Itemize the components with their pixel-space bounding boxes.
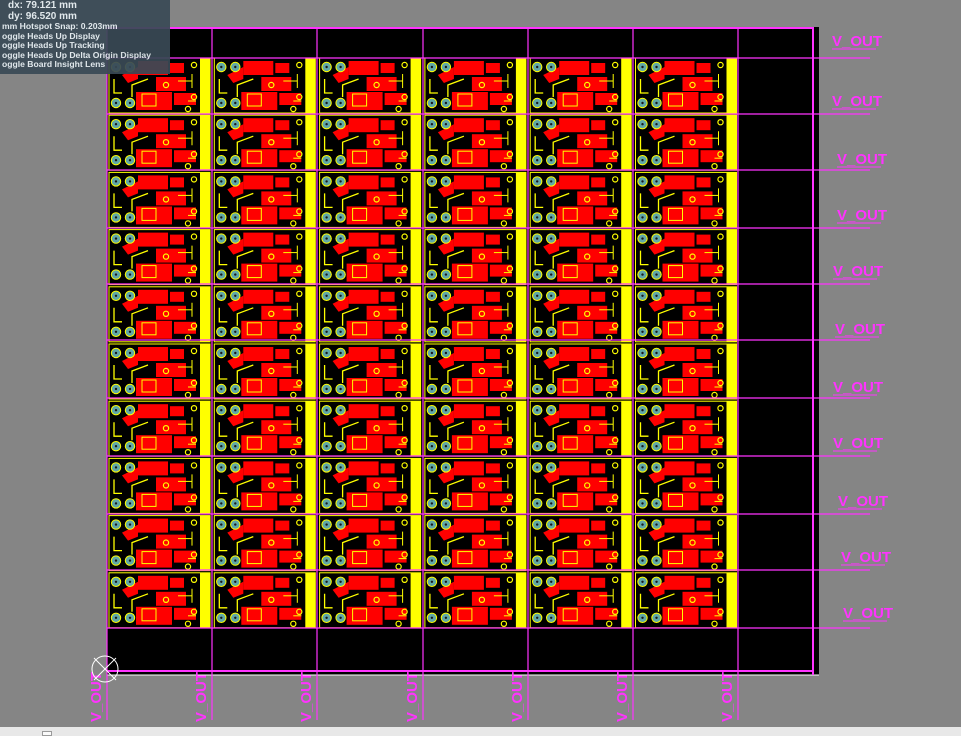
net-label-v-out: V_OUT [838, 493, 888, 510]
net-edge-bottom [107, 670, 814, 672]
hud-dx-readout: dx: 79.121 mm [8, 0, 77, 11]
net-edge-top [107, 27, 814, 29]
net-label-v-out: V_OUT [509, 672, 526, 722]
net-label-v-out: V_OUT [833, 435, 883, 452]
net-label-v-out: V_OUT [832, 33, 882, 50]
net-label-v-out: V_OUT [837, 151, 887, 168]
net-edge-right [812, 27, 814, 675]
net-label-v-out: V_OUT [614, 672, 631, 722]
status-bar [0, 727, 961, 736]
net-label-v-out: V_OUT [719, 672, 736, 722]
net-label-v-out: V_OUT [837, 207, 887, 224]
hud-toggle-insight-lens[interactable]: oggle Board Insight Lens [2, 60, 170, 70]
net-label-v-out: V_OUT [833, 263, 883, 280]
net-label-v-out: V_OUT [833, 379, 883, 396]
net-label-v-out: V_OUT [843, 605, 893, 622]
status-bar-grip[interactable] [42, 731, 52, 736]
net-label-v-out: V_OUT [298, 672, 315, 722]
net-label-v-out: V_OUT [832, 93, 882, 110]
net-label-v-out: V_OUT [841, 549, 891, 566]
net-label-v-out: V_OUT [835, 321, 885, 338]
heads-up-display: dx: 79.121 mm dy: 96.520 mm mm Hotspot S… [0, 0, 170, 74]
net-label-v-out: V_OUT [193, 672, 210, 722]
pcb-workspace[interactable]: V_OUT V_OUT V_OUT V_OUT V_OUT V_OUT V_OUT V_OUT… [0, 0, 961, 736]
net-label-v-out: V_OUT [404, 672, 421, 722]
